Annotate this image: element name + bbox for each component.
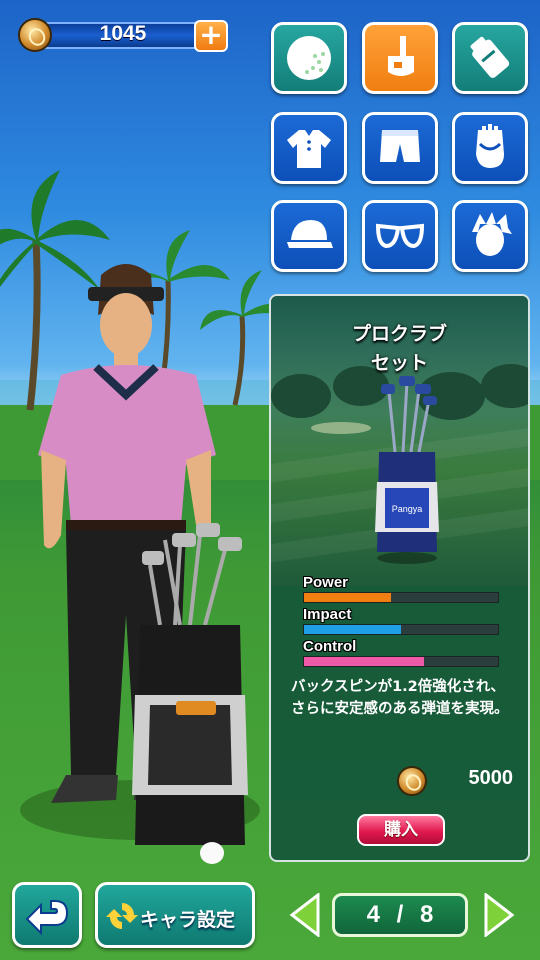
- golf-ball-icon: [287, 36, 331, 80]
- page-current: 4: [366, 901, 380, 928]
- item-description: バックスピンが1.2倍強化され、さらに安定感のある弾道を実現。: [291, 679, 509, 717]
- category-shirt-button[interactable]: [271, 112, 347, 184]
- price-coin-icon: [397, 766, 427, 796]
- coin-icon: [18, 18, 52, 52]
- category-pants-button[interactable]: [362, 112, 438, 184]
- category-glove-button[interactable]: [452, 112, 528, 184]
- coin-balance-bar: 1045 +: [18, 18, 230, 52]
- pants-icon: [380, 130, 420, 162]
- stat-label: Power: [303, 574, 349, 591]
- refresh-icon: [106, 903, 138, 929]
- cap-icon: [287, 220, 333, 248]
- back-arrow-icon: [25, 900, 69, 935]
- club-set-bag-image: Pangya: [375, 376, 439, 564]
- bag-logo: Pangya: [392, 504, 423, 514]
- stat-label: Impact: [303, 606, 352, 623]
- character-settings-button[interactable]: キャラ設定: [95, 882, 255, 948]
- coin-amount: 1045: [99, 22, 147, 45]
- glove-icon: [476, 124, 504, 168]
- game-screen: 1045 + プロクラブ セット Pangya Power Impact Con…: [0, 0, 540, 960]
- prev-page-button[interactable]: [288, 893, 322, 937]
- page-indicator: 4 / 8: [332, 893, 468, 937]
- item-detail-panel: プロクラブ セット Pangya Power Impact Control バッ…: [269, 294, 530, 862]
- page-total: 8: [420, 901, 434, 928]
- buy-button[interactable]: 購入: [357, 814, 445, 846]
- stat-fill: [304, 625, 401, 634]
- category-item-button[interactable]: [452, 22, 528, 94]
- stat-fill: [304, 657, 425, 666]
- item-title: プロクラブ セット: [271, 320, 528, 378]
- character-settings-label: キャラ設定: [140, 909, 236, 931]
- page-separator: /: [396, 901, 404, 928]
- category-club-button[interactable]: [362, 22, 438, 94]
- golf-bag-display: [132, 523, 248, 864]
- shirt-icon: [287, 130, 331, 168]
- hair-icon: [472, 212, 512, 256]
- back-button[interactable]: [12, 882, 82, 948]
- bag-icon: [470, 36, 510, 78]
- next-page-button[interactable]: [482, 893, 516, 937]
- category-ball-button[interactable]: [271, 22, 347, 94]
- stat-track: [303, 624, 499, 635]
- category-hair-button[interactable]: [452, 200, 528, 272]
- add-coins-button[interactable]: +: [194, 20, 228, 52]
- category-cap-button[interactable]: [271, 200, 347, 272]
- stat-fill: [304, 593, 392, 602]
- stat-track: [303, 592, 499, 603]
- stat-track: [303, 656, 499, 667]
- glasses-icon: [375, 223, 425, 249]
- item-title-line1: プロクラブ: [351, 323, 447, 345]
- item-price: 5000: [468, 767, 514, 789]
- driver-icon: [388, 36, 414, 76]
- category-glasses-button[interactable]: [362, 200, 438, 272]
- stat-label: Control: [303, 638, 357, 655]
